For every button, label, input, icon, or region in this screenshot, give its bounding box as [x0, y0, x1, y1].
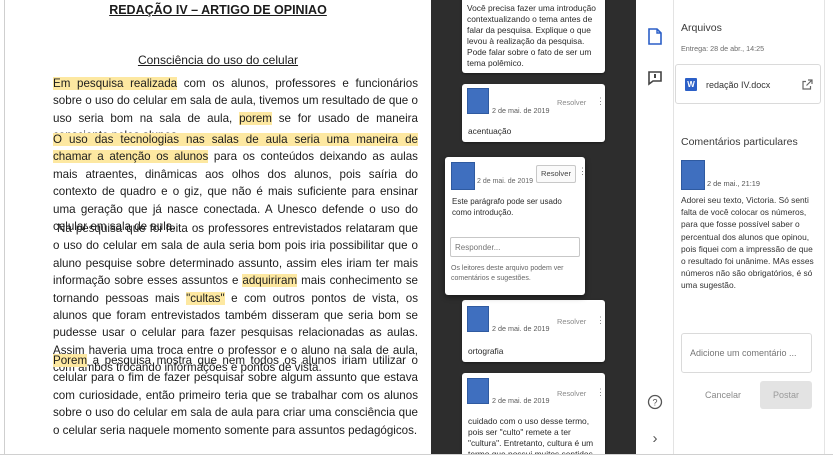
window-edge	[824, 0, 833, 454]
resolve-button[interactable]: Resolver	[557, 389, 586, 398]
cancel-button[interactable]: Cancelar	[698, 383, 748, 407]
comment-card-intro[interactable]: Você precisa fazer uma introdução contex…	[462, 0, 605, 73]
assignment-sidebar: Arquivos Entrega: 28 de abr., 14:25 W re…	[674, 0, 824, 454]
active-comment-card[interactable]: 2 de mai. de 2019 Resolver ⋮ Este parágr…	[445, 157, 587, 295]
post-button[interactable]: Postar	[760, 381, 812, 409]
comment-date: 2 de mai. de 2019	[492, 396, 550, 405]
more-options-icon[interactable]: ⋮	[596, 315, 605, 326]
resolve-button[interactable]: Resolver	[557, 98, 586, 107]
avatar	[467, 88, 489, 114]
document-subtitle: Consciência do uso do celular	[137, 53, 299, 67]
add-comment-input[interactable]	[681, 333, 812, 373]
svg-text:?: ?	[652, 398, 657, 408]
visibility-note: Os leitores deste arquivo podem ver come…	[451, 265, 564, 282]
avatar	[681, 160, 705, 190]
highlight-em-pesquisa[interactable]: Em pesquisa realizada	[53, 77, 178, 90]
files-heading: Arquivos	[681, 22, 722, 34]
avatar	[467, 378, 489, 404]
document-page: REDAÇÃO IV – ARTIGO DE OPINIAO Consciênc…	[4, 0, 431, 454]
comment-date: 2 de mai. de 2019	[492, 106, 550, 115]
comment-text: Este parágrafo pode ser usado como intro…	[452, 197, 562, 217]
private-comment-text: Adorei seu texto, Victoria. Só senti fal…	[681, 195, 814, 291]
more-options-icon[interactable]: ⋮	[578, 166, 587, 177]
expand-icon[interactable]: ›	[645, 428, 665, 448]
comment-card-ortografia[interactable]: 2 de mai. de 2019 Resolver ⋮ ortografia	[462, 300, 605, 362]
help-icon[interactable]: ?	[645, 392, 665, 412]
private-comment-date: 2 de mai., 21:19	[707, 179, 761, 188]
comment-date: 2 de mai. de 2019	[492, 324, 550, 333]
avatar	[467, 306, 489, 332]
attached-file[interactable]: W redação IV.docx	[675, 64, 821, 104]
comment-card-culto[interactable]: 2 de mai. de 2019 Resolver ⋮ cuidado com…	[462, 373, 605, 463]
comment-card-acentuacao[interactable]: 2 de mai. de 2019 Resolver ⋮ acentuação	[462, 84, 605, 142]
resolve-button[interactable]: Resolver	[557, 317, 586, 326]
document-title: REDAÇÃO IV – ARTIGO DE OPINIAO	[109, 3, 327, 17]
private-comments-heading: Comentários particulares	[681, 136, 798, 148]
highlight-cultas[interactable]: "cultas"	[186, 291, 225, 305]
more-options-icon[interactable]: ⋮	[596, 387, 605, 398]
file-icon[interactable]	[645, 26, 665, 46]
comment-text: acentuação	[468, 126, 512, 136]
comment-text: ortografia	[468, 346, 504, 356]
more-options-icon[interactable]: ⋮	[596, 96, 605, 107]
resolve-button[interactable]: Resolver	[536, 165, 576, 183]
paragraph-4: Porem a pesquisa mostra que nem todos os…	[53, 352, 418, 439]
highlight-porem[interactable]: porem	[239, 111, 272, 125]
highlight-adquiriram[interactable]: adquiriram	[242, 274, 298, 288]
comment-date: 2 de mai. de 2019	[477, 178, 534, 185]
comment-icon[interactable]	[645, 68, 665, 88]
delivery-date: Entrega: 28 de abr., 14:25	[681, 44, 765, 53]
window-bottom-edge	[0, 454, 833, 464]
sidebar-icon-bar: ? ›	[636, 0, 674, 454]
comment-text: Você precisa fazer uma introdução contex…	[467, 3, 596, 68]
reply-input[interactable]	[450, 237, 580, 257]
avatar	[451, 162, 475, 190]
word-file-icon: W	[685, 78, 697, 91]
open-external-icon[interactable]	[802, 77, 813, 95]
file-name[interactable]: redação IV.docx	[706, 80, 770, 90]
highlight-porem-2[interactable]: Porem	[53, 354, 88, 367]
paragraph-4-text: a pesquisa mostra que nem todos os aluno…	[53, 354, 418, 437]
